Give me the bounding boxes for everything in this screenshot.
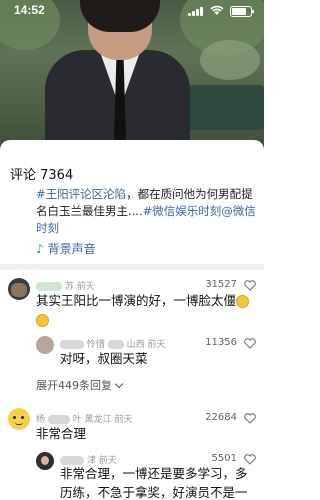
avatar[interactable] [36, 452, 54, 470]
like-count: 11356 [205, 337, 237, 348]
like-count: 31527 [205, 279, 237, 290]
emoji-icon [36, 314, 49, 327]
author-name[interactable] [36, 282, 62, 291]
heart-icon[interactable] [244, 280, 256, 291]
expand-replies-label: 展开449条回复 [36, 379, 112, 392]
status-time: 14:52 [14, 3, 45, 17]
background-music[interactable]: ♪ 背景声音 [36, 240, 96, 257]
reply-text: 非常合理，一博还是要多学习，多历练，不急于拿奖，好演员不是一两天 [60, 466, 248, 500]
hashtag-link[interactable]: #王阳评论区沦陷 [36, 187, 126, 201]
divider [0, 264, 264, 270]
comment-count-title: 评论 7364 [10, 168, 74, 183]
music-note-icon: ♪ [36, 242, 44, 256]
heart-icon[interactable] [244, 338, 256, 349]
wifi-icon [210, 5, 224, 15]
emoji-icon [236, 295, 250, 308]
like-count: 5501 [211, 453, 237, 464]
comment-text: 非常合理 [36, 426, 87, 441]
like-count: 22684 [205, 412, 237, 423]
author-name-blur [107, 340, 124, 349]
avatar[interactable] [8, 408, 30, 430]
avatar[interactable] [8, 278, 30, 300]
expand-replies-button[interactable]: 展开449条回复 [36, 377, 124, 393]
video-photo[interactable] [0, 0, 264, 150]
status-bar: 14:52 [0, 0, 264, 22]
author-name[interactable] [60, 340, 84, 349]
author-name-blur [47, 415, 70, 424]
heart-icon[interactable] [244, 413, 256, 424]
signal-icon [188, 7, 204, 16]
avatar[interactable] [36, 336, 54, 354]
comment-text: 其实王阳比一博演的好，一博脸太僵 [36, 291, 258, 329]
foliage [200, 40, 260, 80]
music-label: 背景声音 [47, 242, 96, 256]
video-caption: #王阳评论区沦陷，都在质问他为何男配提名白玉兰最佳男主....#微信娱乐时刻@微… [36, 186, 258, 237]
battery-icon [230, 6, 254, 17]
comment-body: 其实王阳比一博演的好，一博脸太僵 [36, 293, 237, 308]
chevron-down-icon [114, 379, 124, 389]
reply-text: 对呀，叔圈天菜 [60, 351, 148, 366]
